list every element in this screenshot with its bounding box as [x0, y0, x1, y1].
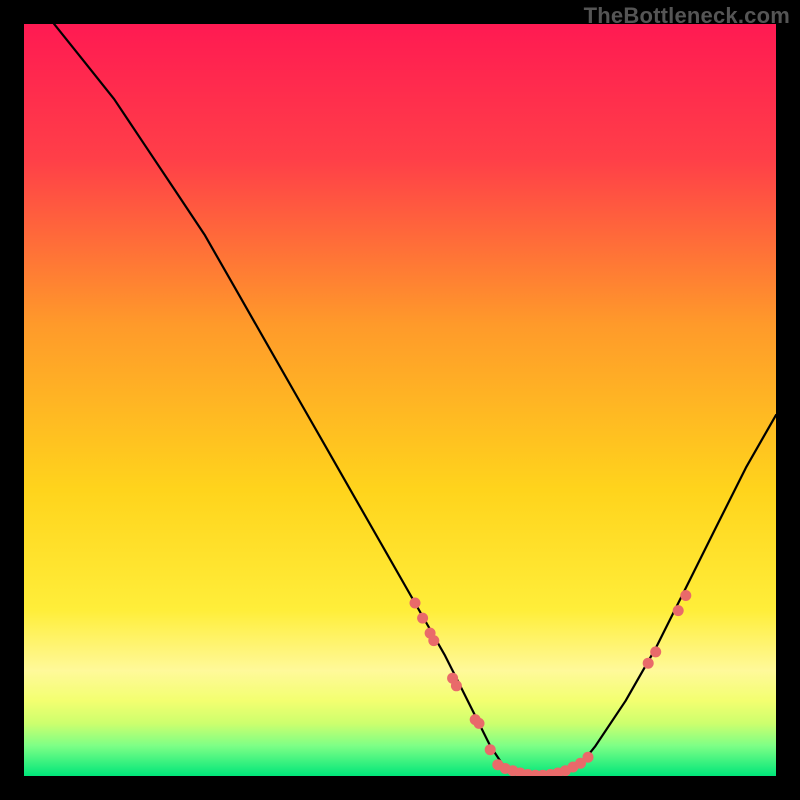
chart-frame: TheBottleneck.com	[0, 0, 800, 800]
chart-svg	[24, 24, 776, 776]
data-dot	[485, 744, 496, 755]
data-dot	[650, 646, 661, 657]
data-dot	[643, 658, 654, 669]
data-dot	[474, 718, 485, 729]
data-dot	[417, 613, 428, 624]
data-dot	[410, 598, 421, 609]
data-dot	[583, 752, 594, 763]
data-dot	[680, 590, 691, 601]
gradient-background	[24, 24, 776, 776]
data-dot	[673, 605, 684, 616]
plot-area	[24, 24, 776, 776]
data-dot	[428, 635, 439, 646]
data-dot	[451, 680, 462, 691]
